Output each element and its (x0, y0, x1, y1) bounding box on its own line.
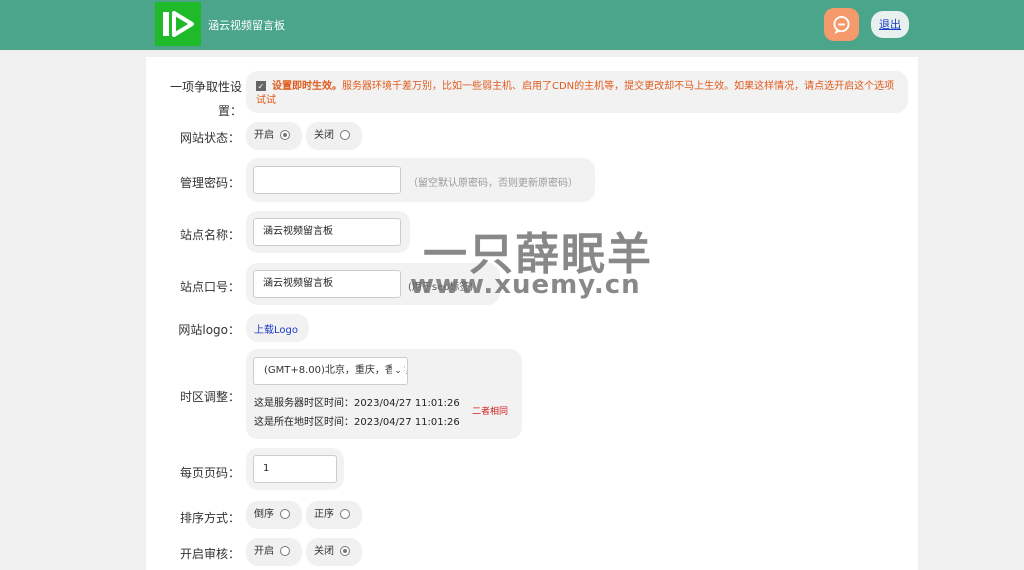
site-status-off-radio[interactable] (340, 130, 350, 140)
proactive-bold: 设置即时生效。 (272, 81, 342, 92)
admin-password-label: 管理密码： (179, 176, 240, 190)
logout-button[interactable]: 退出 (871, 11, 909, 38)
upload-logo-link[interactable]: 上载Logo (254, 321, 298, 336)
review-on[interactable]: 开启 (246, 538, 302, 566)
logo-label: 网站logo： (178, 323, 240, 337)
site-name-input[interactable]: 涵云视频留言板 (253, 218, 401, 246)
proactive-label: 一项争取性设 置： (169, 80, 242, 118)
review-label: 开启审核： (179, 547, 240, 561)
sort-asc[interactable]: 正序 (306, 501, 362, 529)
site-status-on-label: 开启 (254, 130, 274, 141)
time-same-note: 二者相同 (472, 407, 509, 417)
sort-asc-radio[interactable] (340, 509, 350, 519)
per-page-input[interactable]: 1 (253, 455, 337, 483)
admin-password-hint: （留空默认原密码，否则更新原密码） (408, 178, 578, 189)
server-time-row: 这是服务器时区时间：2023/04/27 11:01:26 (254, 394, 460, 409)
sort-asc-label: 正序 (314, 509, 334, 520)
app-logo[interactable] (155, 2, 201, 46)
per-page-label: 每页页码： (179, 466, 240, 480)
app-title: 涵云视频留言板 (208, 19, 285, 32)
server-time-value: 2023/04/27 11:01:26 (354, 398, 460, 409)
sort-desc-label: 倒序 (254, 509, 274, 520)
server-time-label: 这是服务器时区时间： (254, 398, 354, 409)
site-slogan-label: 站点口号： (179, 280, 240, 294)
local-time-label: 这是所在地时区时间： (254, 417, 354, 428)
admin-password-input[interactable] (253, 166, 401, 194)
site-status-off[interactable]: 关闭 (306, 122, 362, 150)
proactive-desc: 服务器环境千差万别，比如一些弱主机、启用了CDN的主机等，提交更改却不马上生效。… (256, 81, 895, 106)
site-slogan-input[interactable]: 涵云视频留言板 (253, 270, 401, 298)
chevron-down-icon: ⌄ (392, 358, 404, 384)
site-status-label: 网站状态： (179, 131, 240, 145)
local-time-value: 2023/04/27 11:01:26 (354, 417, 460, 428)
review-off-label: 关闭 (314, 546, 334, 557)
timezone-select-value: (GMT+8.00)北京，重庆，香港，乌鲁木齐 (264, 365, 407, 376)
proactive-checkbox[interactable]: ✓ (256, 81, 266, 91)
site-status-on-radio[interactable] (280, 130, 290, 140)
site-status-on[interactable]: 开启 (246, 122, 302, 150)
review-on-label: 开启 (254, 546, 274, 557)
review-on-radio[interactable] (280, 546, 290, 556)
site-status-off-label: 关闭 (314, 130, 334, 141)
review-off[interactable]: 关闭 (306, 538, 362, 566)
logo-bar (163, 12, 169, 36)
sort-desc-radio[interactable] (280, 509, 290, 519)
top-bar: 涵云视频留言板 退出 (0, 0, 1024, 50)
chat-bubble-icon (833, 15, 850, 34)
timezone-label: 时区调整： (179, 390, 240, 404)
play-logo-icon (172, 11, 194, 37)
proactive-box: ✓ 设置即时生效。服务器环境千差万别，比如一些弱主机、启用了CDN的主机等，提交更… (246, 71, 908, 113)
review-off-radio[interactable] (340, 546, 350, 556)
watermark-url: www.xuemy.cn (410, 270, 641, 300)
sort-desc[interactable]: 倒序 (246, 501, 302, 529)
chat-button[interactable] (824, 8, 859, 41)
timezone-select[interactable]: (GMT+8.00)北京，重庆，香港，乌鲁木齐 ⌄ (253, 357, 408, 385)
site-name-label: 站点名称： (179, 228, 240, 242)
local-time-row: 这是所在地时区时间：2023/04/27 11:01:26 (254, 413, 460, 428)
sort-label: 排序方式： (179, 511, 240, 525)
